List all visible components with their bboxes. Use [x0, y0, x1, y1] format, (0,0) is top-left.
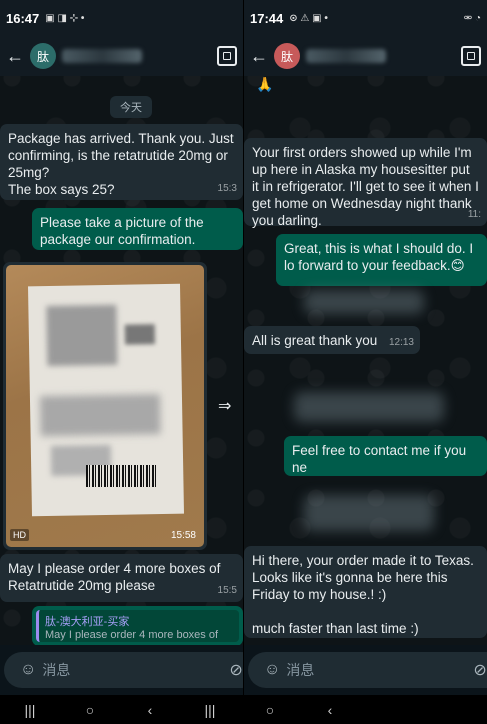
- message-in-1[interactable]: Package has arrived. Thank you. Just con…: [0, 124, 243, 200]
- status-bar: 17:44 ⊙ ⚠ ▣ • ⚮ ◔: [244, 0, 487, 36]
- message-out-1[interactable]: Please take a picture of the package our…: [32, 208, 243, 250]
- status-bar: 16:47 ▣ ◨ ⊹ •: [0, 0, 243, 36]
- message-text: Feel free to contact me if you ne: [292, 443, 467, 475]
- message-input-box[interactable]: ☺ ⊘: [4, 652, 243, 688]
- back-arrow-icon[interactable]: ←: [6, 46, 24, 67]
- signal-icons: ⚮ ◔: [463, 12, 481, 24]
- status-icons: ⊙ ⚠ ▣ •: [289, 12, 328, 24]
- date-chip: 今天: [110, 96, 152, 118]
- message-out-2[interactable]: Feel free to contact me if you ne: [284, 436, 487, 476]
- message-text: Your first orders showed up while I'm up…: [252, 145, 479, 228]
- forward-arrow-icon: ⇒: [218, 398, 232, 415]
- photo-image: HD 15:58: [6, 265, 204, 547]
- reply-text: May I please order 4 more boxes of: [45, 629, 219, 641]
- chat-header: ← 肽: [0, 36, 243, 76]
- status-icons: ▣ ◨ ⊹ •: [45, 12, 85, 24]
- message-input[interactable]: [286, 662, 468, 678]
- message-input-bar: ☺ ⊘ ◎: [244, 645, 487, 695]
- left-chat-screenshot: 16:47 ▣ ◨ ⊹ • ← 肽 今天 Package has arrived…: [0, 0, 243, 695]
- barcode: [86, 465, 156, 487]
- message-time: 12:13: [388, 337, 414, 348]
- message-time: 15:5: [217, 585, 237, 596]
- recent-apps-button[interactable]: |||: [180, 702, 240, 718]
- status-time: 17:44: [250, 10, 284, 26]
- blurred-contact-name[interactable]: [62, 49, 142, 63]
- message-in-3[interactable]: Hi there, your order made it to Texas. L…: [244, 546, 487, 638]
- message-out-1[interactable]: Great, this is what I should do. I lo fo…: [276, 234, 487, 286]
- reply-preview[interactable]: 肽-澳大利亚-买家 May I please order 4 more boxe…: [32, 606, 243, 646]
- praying-hands-icon: 🙏: [256, 76, 274, 92]
- status-time: 16:47: [6, 10, 40, 26]
- blurred-region: [304, 290, 424, 314]
- blurred-region: [294, 392, 444, 422]
- blurred-contact-name[interactable]: [306, 49, 386, 63]
- message-input[interactable]: [42, 662, 224, 678]
- home-button[interactable]: ○: [240, 702, 300, 718]
- emoji-icon[interactable]: ☺: [20, 661, 36, 679]
- gallery-icon[interactable]: [217, 46, 237, 66]
- message-in-2[interactable]: All is great thank you 12:13: [244, 326, 420, 354]
- package-photo[interactable]: HD 15:58: [3, 262, 207, 550]
- attachment-icon[interactable]: ⊘: [229, 660, 242, 680]
- message-in-1[interactable]: Your first orders showed up while I'm up…: [244, 138, 487, 228]
- back-button[interactable]: ‹: [300, 702, 360, 718]
- message-text: Great, this is what I should do. I lo fo…: [284, 241, 474, 273]
- chat-header: ← 肽: [244, 36, 487, 76]
- attachment-icon[interactable]: ⊘: [473, 660, 486, 680]
- message-text: May I please order 4 more boxes of Retat…: [8, 561, 221, 593]
- photo-time: 15:58: [170, 530, 196, 541]
- message-text: Hi there, your order made it to Texas. L…: [252, 553, 474, 636]
- message-text: Package has arrived. Thank you. Just con…: [8, 131, 234, 197]
- message-text: Please take a picture of the package our…: [40, 215, 204, 247]
- hd-badge: HD: [10, 529, 29, 541]
- gallery-icon[interactable]: [461, 46, 481, 66]
- blurred-region: [304, 495, 434, 531]
- message-time: 11:: [467, 209, 481, 220]
- message-time: 15:3: [217, 183, 237, 194]
- recent-apps-button[interactable]: |||: [0, 702, 60, 718]
- back-arrow-icon[interactable]: ←: [250, 46, 268, 67]
- home-button[interactable]: ○: [60, 702, 120, 718]
- reply-sender: 肽-澳大利亚-买家: [45, 616, 130, 628]
- emoji-icon[interactable]: ☺: [264, 661, 280, 679]
- navigation-bar: ||| ○ ‹ ||| ○ ‹: [0, 695, 487, 724]
- message-in-2[interactable]: May I please order 4 more boxes of Retat…: [0, 554, 243, 602]
- avatar[interactable]: 肽: [274, 43, 300, 69]
- message-input-bar: ☺ ⊘: [0, 645, 243, 695]
- back-button[interactable]: ‹: [120, 702, 180, 718]
- message-input-box[interactable]: ☺ ⊘ ◎: [248, 652, 487, 688]
- right-chat-screenshot: 17:44 ⊙ ⚠ ▣ • ⚮ ◔ ← 肽 🙏 Your first order…: [244, 0, 487, 695]
- avatar[interactable]: 肽: [30, 43, 56, 69]
